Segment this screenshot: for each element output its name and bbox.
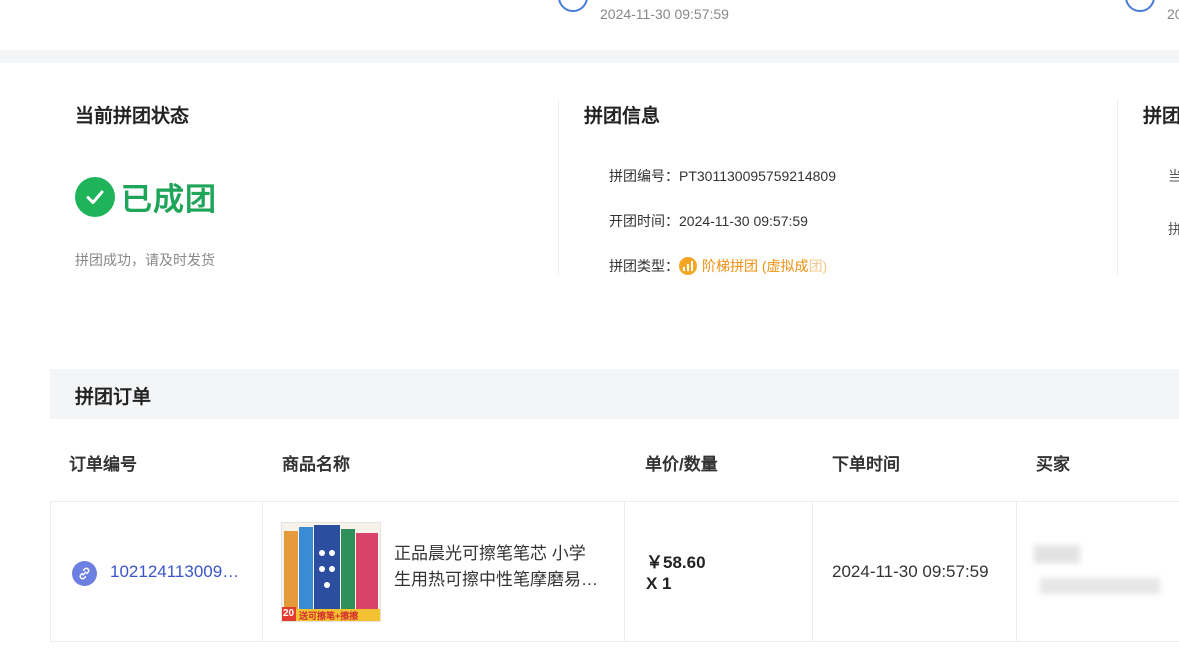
third-section-row: 当 [1168, 168, 1179, 184]
timeline-step-icon [558, 0, 588, 12]
order-number-link[interactable]: 102124113009… [110, 562, 248, 582]
timeline-time: 2024-11-30 09:57:59 [600, 6, 729, 22]
divider [1117, 100, 1118, 275]
group-type-text: 阶梯拼团 (虚拟成 [702, 258, 809, 274]
product-name[interactable]: 正品晨光可擦笔笔芯 小学 生用热可擦中性笔摩磨易… [394, 541, 609, 593]
group-info-title: 拼团信息 [584, 106, 661, 127]
orders-title: 拼团订单 [75, 387, 152, 408]
group-type-label: 拼团类型： [609, 258, 679, 274]
col-order-time: 下单时间 [832, 455, 900, 474]
col-buyer: 买家 [1036, 455, 1070, 474]
group-id-label: 拼团编号： [609, 168, 679, 184]
group-id-value: PT301130095759214809 [679, 168, 837, 184]
section-gap [0, 50, 1179, 63]
product-thumbnail[interactable]: 20 送可擦笔+擦擦 [281, 522, 381, 622]
product-name-line1: 正品晨光可擦笔笔芯 小学 [394, 544, 586, 563]
link-icon[interactable] [72, 561, 97, 586]
divider [558, 100, 559, 275]
group-start-label: 开团时间： [609, 213, 679, 229]
product-name-line2: 生用热可擦中性笔摩磨易… [394, 570, 598, 589]
buyer-redacted [1040, 578, 1160, 594]
bar-chart-icon [679, 257, 697, 275]
thumb-caption: 送可擦笔+擦擦 [299, 611, 359, 621]
col-product-name: 商品名称 [282, 455, 350, 474]
order-time: 2024-11-30 09:57:59 [832, 562, 989, 581]
group-type-value: 阶梯拼团 (虚拟成 团) [679, 256, 827, 276]
orders-header: 拼团订单 [50, 369, 1179, 419]
group-id-row: 拼团编号： PT301130095759214809 [609, 166, 836, 186]
thumb-badge: 20 [283, 608, 295, 619]
quantity: X 1 [646, 574, 672, 593]
status-note: 拼团成功，请及时发货 [75, 252, 215, 268]
group-status: 已成团 [75, 174, 217, 219]
col-price-qty: 单价/数量 [645, 455, 718, 474]
group-type-row: 拼团类型： 阶梯拼团 (虚拟成 团) [609, 256, 827, 276]
group-start-row: 开团时间： 2024-11-30 09:57:59 [609, 211, 808, 231]
group-start-value: 2024-11-30 09:57:59 [679, 213, 808, 229]
timeline-step-icon [1125, 0, 1155, 12]
cell-divider [262, 501, 263, 642]
cell-divider [812, 501, 813, 642]
timeline-strip: 2024-11-30 09:57:59 20 [0, 0, 1179, 50]
check-circle-icon [75, 176, 115, 217]
third-section-title: 拼团 [1143, 106, 1179, 127]
cell-divider [624, 501, 625, 642]
unit-price: ￥58.60 [646, 553, 706, 572]
third-section-row: 拼 [1168, 221, 1179, 237]
group-type-text-faded: 团) [808, 258, 828, 274]
timeline-time-clipped: 20 [1167, 6, 1179, 22]
status-label: 已成团 [121, 182, 217, 217]
status-section-title: 当前拼团状态 [75, 106, 190, 127]
col-order-no: 订单编号 [69, 455, 137, 474]
cell-divider [1016, 501, 1017, 642]
buyer-redacted [1034, 545, 1080, 563]
